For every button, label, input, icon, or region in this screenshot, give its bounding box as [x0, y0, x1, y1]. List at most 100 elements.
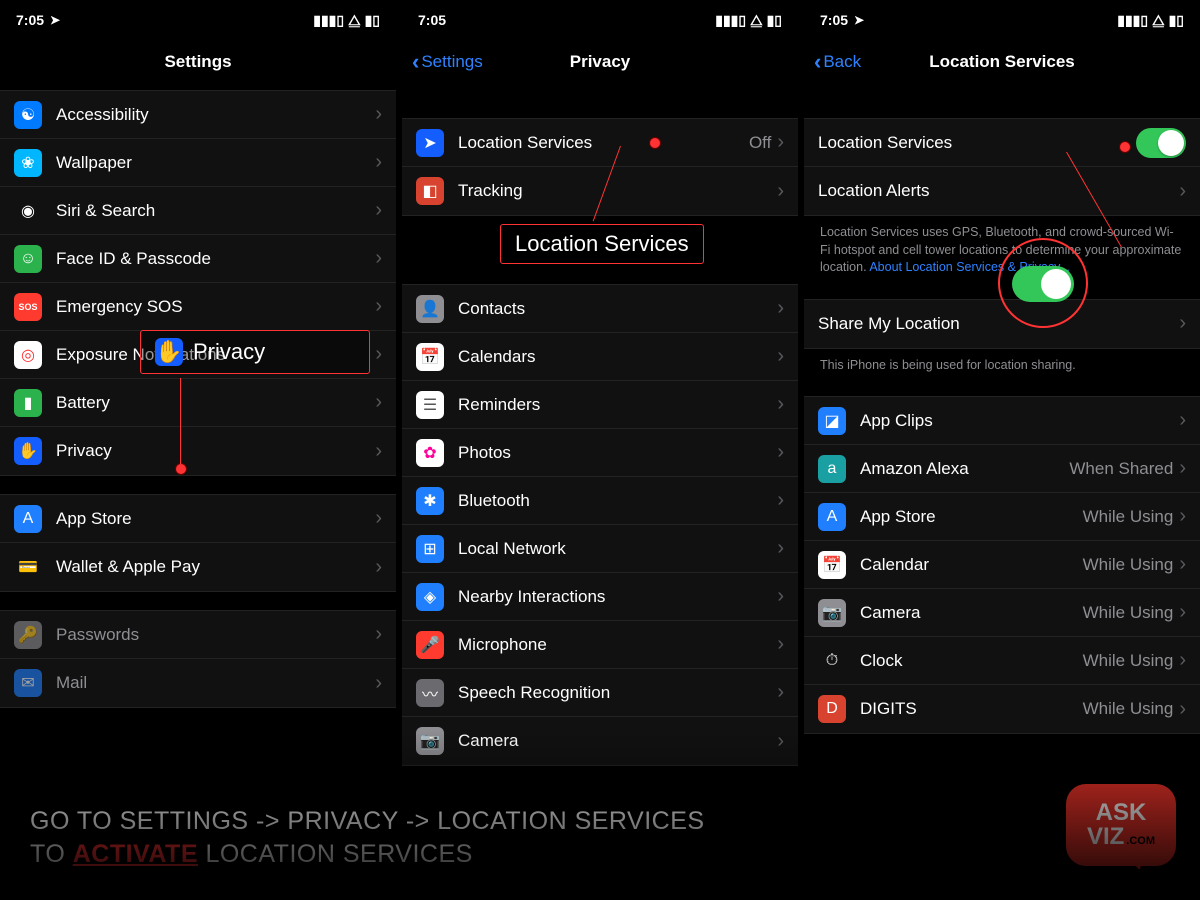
- privacy-row-photos[interactable]: ✿Photos›: [402, 429, 798, 477]
- location-services-icon: ➤: [416, 129, 444, 157]
- ls-app-row-camera[interactable]: 📷CameraWhile Using›: [804, 589, 1200, 637]
- camera-icon: 📷: [416, 727, 444, 755]
- row-label: Reminders: [458, 395, 777, 415]
- reminders-icon: ☰: [416, 391, 444, 419]
- row-label: Face ID & Passcode: [56, 249, 375, 269]
- statusbar: 7:05 ➤ ▮▮▮▯ ⧋ ▮▯: [0, 0, 396, 40]
- chevron-right-icon: ›: [777, 681, 784, 704]
- location-arrow-icon: ➤: [854, 13, 864, 27]
- ls-app-row-clock[interactable]: ⏱ClockWhile Using›: [804, 637, 1200, 685]
- ls-app-row-digits[interactable]: DDIGITSWhile Using›: [804, 685, 1200, 733]
- settings-row-face-id-passcode[interactable]: ☺Face ID & Passcode›: [0, 235, 396, 283]
- row-label: Share My Location: [818, 314, 1179, 334]
- privacy-row-location-services[interactable]: ➤Location ServicesOff›: [402, 119, 798, 167]
- row-label: Location Alerts: [818, 181, 1179, 201]
- battery-icon: ▮: [14, 389, 42, 417]
- siri-search-icon: ◉: [14, 197, 42, 225]
- photos-icon: ✿: [416, 439, 444, 467]
- row-label: Exposure Notifications: [56, 345, 375, 365]
- settings-row-siri-search[interactable]: ◉Siri & Search›: [0, 187, 396, 235]
- row-value: While Using: [1083, 699, 1174, 719]
- chevron-right-icon: ›: [375, 623, 382, 646]
- location-services-toggle[interactable]: [1136, 128, 1186, 158]
- row-label: Camera: [458, 731, 777, 751]
- mail-icon: ✉: [14, 669, 42, 697]
- settings-row-accessibility[interactable]: ☯Accessibility›: [0, 91, 396, 139]
- askviz-badge: ASK VIZ .COM: [1066, 784, 1176, 876]
- settings-row-mail[interactable]: ✉Mail›: [0, 659, 396, 707]
- privacy-group-rest: 👤Contacts›📅Calendars›☰Reminders›✿Photos›…: [402, 284, 798, 766]
- battery-icon: ▮▯: [1169, 12, 1184, 29]
- calendars-icon: 📅: [416, 343, 444, 371]
- wallpaper-icon: ❀: [14, 149, 42, 177]
- ls-app-row-app-clips[interactable]: ◪App Clips›: [804, 397, 1200, 445]
- chevron-right-icon: ›: [1179, 312, 1186, 335]
- chevron-right-icon: ›: [1179, 180, 1186, 203]
- tracking-icon: ◧: [416, 177, 444, 205]
- privacy-row-local-network[interactable]: ⊞Local Network›: [402, 525, 798, 573]
- settings-group: AApp Store›💳Wallet & Apple Pay›: [0, 494, 396, 592]
- privacy-row-microphone[interactable]: 🎤Microphone›: [402, 621, 798, 669]
- settings-row-wallpaper[interactable]: ❀Wallpaper›: [0, 139, 396, 187]
- settings-row-privacy[interactable]: ✋Privacy›: [0, 427, 396, 475]
- chevron-right-icon: ›: [777, 297, 784, 320]
- settings-row-passwords[interactable]: 🔑Passwords›: [0, 611, 396, 659]
- chevron-left-icon: ‹: [814, 49, 821, 75]
- privacy-row-camera[interactable]: 📷 Camera›: [402, 717, 798, 765]
- chevron-right-icon: ›: [375, 507, 382, 530]
- privacy-row-bluetooth[interactable]: ✱Bluetooth›: [402, 477, 798, 525]
- row-location-services[interactable]: Location Services: [804, 119, 1200, 167]
- back-button[interactable]: ‹ Settings: [412, 49, 483, 75]
- row-label: Camera: [860, 603, 1083, 623]
- privacy-row-calendars[interactable]: 📅Calendars›: [402, 333, 798, 381]
- row-label: Siri & Search: [56, 201, 375, 221]
- instruction-caption: GO TO SETTINGS -> PRIVACY -> LOCATION SE…: [30, 805, 1000, 873]
- nav-header: ‹ Back Location Services: [804, 40, 1200, 84]
- screen-location-services: 7:05 ➤ ▮▮▮▯ ⧋ ▮▯ ‹ Back Location Service…: [804, 0, 1200, 900]
- chevron-right-icon: ›: [777, 345, 784, 368]
- settings-row-wallet-apple-pay[interactable]: 💳Wallet & Apple Pay›: [0, 543, 396, 591]
- privacy-row-tracking[interactable]: ◧Tracking›: [402, 167, 798, 215]
- ls-app-row-calendar[interactable]: 📅CalendarWhile Using›: [804, 541, 1200, 589]
- privacy-row-reminders[interactable]: ☰ Reminders›: [402, 381, 798, 429]
- status-time: 7:05: [16, 12, 44, 28]
- privacy-row-speech-recognition[interactable]: 〰Speech Recognition›: [402, 669, 798, 717]
- settings-row-emergency-sos[interactable]: SOSEmergency SOS›: [0, 283, 396, 331]
- face-id-passcode-icon: ☺: [14, 245, 42, 273]
- row-value: While Using: [1083, 507, 1174, 527]
- row-share-my-location[interactable]: Share My Location ›: [804, 300, 1200, 348]
- ls-note: Location Services uses GPS, Bluetooth, a…: [804, 216, 1200, 281]
- settings-row-exposure-notifications[interactable]: ◎Exposure Notifications›: [0, 331, 396, 379]
- chevron-right-icon: ›: [1179, 457, 1186, 480]
- row-label: Calendar: [860, 555, 1083, 575]
- battery-icon: ▮▯: [767, 12, 782, 29]
- chevron-right-icon: ›: [777, 393, 784, 416]
- settings-row-battery[interactable]: ▮Battery›: [0, 379, 396, 427]
- screen-settings: 7:05 ➤ ▮▮▮▯ ⧋ ▮▯ Settings ☯Accessibility…: [0, 0, 396, 900]
- privacy-row-contacts[interactable]: 👤Contacts›: [402, 285, 798, 333]
- row-label: Photos: [458, 443, 777, 463]
- chevron-right-icon: ›: [375, 440, 382, 463]
- statusbar: 7:05 ➤ ▮▮▮▯ ⧋ ▮▯: [804, 0, 1200, 40]
- row-label: Contacts: [458, 299, 777, 319]
- back-button[interactable]: ‹ Back: [814, 49, 861, 75]
- about-ls-privacy-link[interactable]: About Location Services & Privacy...: [869, 260, 1070, 274]
- settings-row-app-store[interactable]: AApp Store›: [0, 495, 396, 543]
- settings-list: ☯Accessibility›❀Wallpaper› ◉ Siri & Search…: [0, 90, 396, 708]
- privacy-row-nearby-interactions[interactable]: ◈Nearby Interactions›: [402, 573, 798, 621]
- ls-group-share: Share My Location ›: [804, 299, 1200, 349]
- row-location-alerts[interactable]: Location Alerts ›: [804, 167, 1200, 215]
- chevron-right-icon: ›: [777, 730, 784, 753]
- status-right: ▮▮▮▯ ⧋ ▮▯: [715, 12, 782, 29]
- row-label: Wallet & Apple Pay: [56, 557, 375, 577]
- chevron-right-icon: ›: [777, 585, 784, 608]
- ls-app-row-amazon-alexa[interactable]: aAmazon AlexaWhen Shared›: [804, 445, 1200, 493]
- row-label: Nearby Interactions: [458, 587, 777, 607]
- clock-icon: ⏱: [818, 647, 846, 675]
- settings-group: ☯Accessibility›❀Wallpaper› ◉ Siri & Search…: [0, 90, 396, 476]
- nav-title: Settings: [164, 52, 231, 72]
- chevron-right-icon: ›: [777, 180, 784, 203]
- row-value: Off: [749, 133, 771, 153]
- ls-app-row-app-store[interactable]: AApp StoreWhile Using›: [804, 493, 1200, 541]
- microphone-icon: 🎤: [416, 631, 444, 659]
